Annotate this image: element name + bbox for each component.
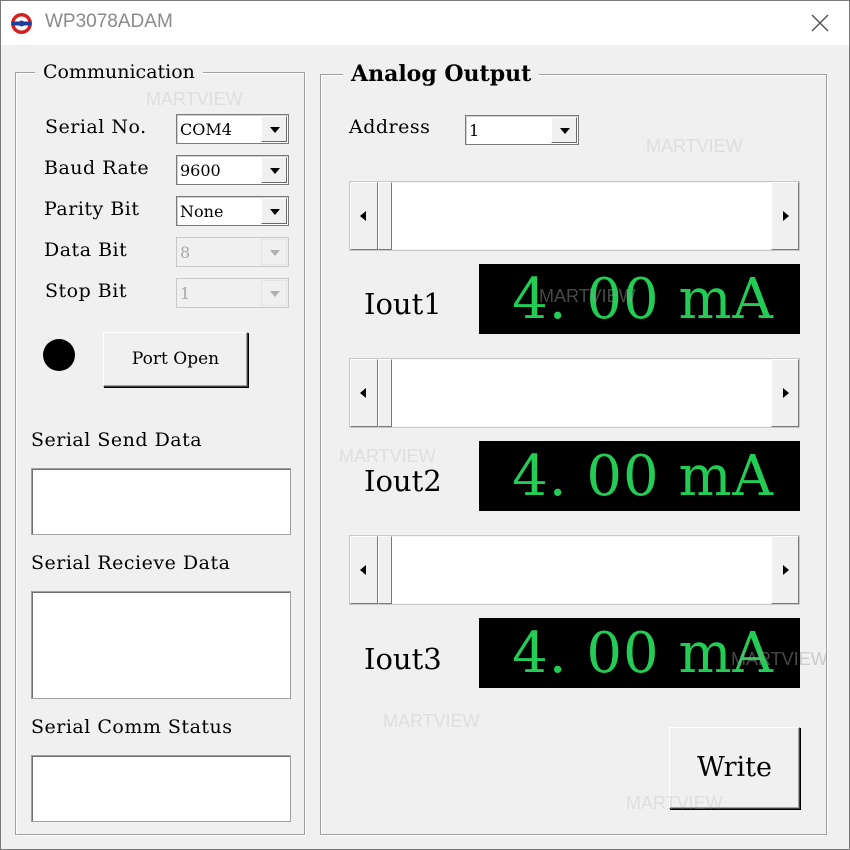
serial-no-select[interactable]: COM4: [176, 114, 289, 144]
parity-bit-label: Parity Bit: [44, 198, 140, 220]
scroll-left-icon[interactable]: [350, 182, 378, 250]
serial-no-label: Serial No.: [45, 116, 147, 138]
analog-output-group-title: Analog Output: [343, 61, 540, 87]
communication-group-title: Communication: [35, 61, 203, 83]
iout1-readout: 4. 00 mA: [512, 267, 774, 332]
port-status-led: [43, 339, 75, 371]
app-logo-icon: [11, 13, 32, 34]
write-button-label: Write: [697, 752, 772, 783]
iout1-display: 4. 00 mA: [479, 264, 800, 334]
baud-rate-label: Baud Rate: [44, 157, 150, 179]
parity-bit-select[interactable]: None: [176, 196, 289, 226]
iout3-readout: 4. 00 mA: [512, 621, 774, 686]
iout3-display: 4. 00 mA: [479, 618, 800, 688]
stop-bit-value: 1: [180, 284, 191, 303]
chevron-down-icon[interactable]: [261, 116, 287, 142]
receive-data-label: Serial Recieve Data: [31, 552, 231, 574]
parity-bit-value: None: [180, 202, 224, 221]
iout2-slider[interactable]: [349, 358, 800, 428]
close-icon: [811, 14, 829, 32]
title-bar[interactable]: WP3078ADAM: [1, 1, 849, 45]
iout3-label: Iout3: [364, 642, 442, 676]
port-open-button-label: Port Open: [131, 349, 220, 369]
iout2-label: Iout2: [364, 464, 442, 498]
iout1-slider[interactable]: [349, 181, 800, 251]
send-data-field[interactable]: [31, 468, 291, 535]
iout3-slider[interactable]: [349, 535, 800, 605]
window-title: WP3078ADAM: [45, 11, 173, 32]
slider-track[interactable]: [392, 360, 771, 426]
stop-bit-select: 1: [176, 278, 289, 308]
app-window: WP3078ADAM Communication Serial No. COM4…: [0, 0, 850, 850]
write-button[interactable]: Write: [669, 727, 800, 809]
chevron-down-icon[interactable]: [551, 117, 577, 143]
slider-thumb[interactable]: [378, 359, 392, 427]
send-data-label: Serial Send Data: [31, 429, 203, 451]
serial-no-value: COM4: [180, 120, 232, 139]
chevron-down-icon: [261, 239, 287, 265]
port-open-button[interactable]: Port Open: [103, 332, 248, 387]
baud-rate-select[interactable]: 9600: [176, 155, 289, 185]
iout1-label: Iout1: [364, 287, 442, 321]
comm-status-field[interactable]: [31, 755, 291, 822]
address-value: 1: [469, 121, 480, 140]
slider-track[interactable]: [392, 537, 771, 603]
comm-status-label: Serial Comm Status: [31, 716, 233, 738]
chevron-down-icon: [261, 280, 287, 306]
iout2-display: 4. 00 mA: [479, 441, 800, 511]
scroll-right-icon[interactable]: [771, 359, 799, 427]
address-label: Address: [349, 116, 431, 138]
chevron-down-icon[interactable]: [261, 198, 287, 224]
slider-track[interactable]: [392, 183, 771, 249]
stop-bit-label: Stop Bit: [45, 280, 127, 302]
address-select[interactable]: 1: [465, 115, 579, 145]
scroll-left-icon[interactable]: [350, 536, 378, 604]
scroll-right-icon[interactable]: [771, 182, 799, 250]
scroll-right-icon[interactable]: [771, 536, 799, 604]
chevron-down-icon[interactable]: [261, 157, 287, 183]
data-bit-value: 8: [180, 243, 191, 262]
slider-thumb[interactable]: [378, 182, 392, 250]
scroll-left-icon[interactable]: [350, 359, 378, 427]
close-button[interactable]: [793, 1, 849, 45]
receive-data-field[interactable]: [31, 591, 291, 699]
baud-rate-value: 9600: [180, 161, 221, 180]
slider-thumb[interactable]: [378, 536, 392, 604]
iout2-readout: 4. 00 mA: [512, 444, 774, 509]
data-bit-select: 8: [176, 237, 289, 267]
data-bit-label: Data Bit: [44, 239, 128, 261]
